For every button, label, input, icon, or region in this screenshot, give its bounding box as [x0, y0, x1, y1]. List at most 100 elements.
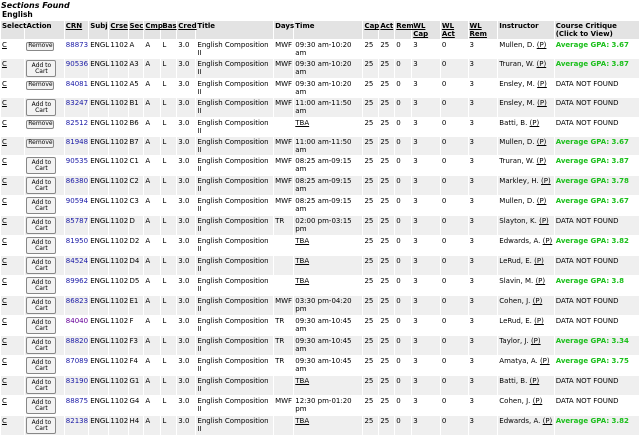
select-link[interactable]: C — [2, 119, 7, 127]
add-to-cart-button[interactable]: Add to Cart — [26, 417, 57, 434]
primary-instructor-link[interactable]: (P) — [537, 197, 547, 205]
primary-instructor-link[interactable]: (P) — [537, 99, 547, 107]
primary-instructor-link[interactable]: (P) — [530, 119, 540, 127]
select-link[interactable]: C — [2, 357, 7, 365]
primary-instructor-link[interactable]: (P) — [531, 337, 541, 345]
crn-link[interactable]: 90536 — [66, 60, 88, 68]
primary-instructor-link[interactable]: (P) — [537, 41, 547, 49]
remove-button[interactable]: Remove — [26, 41, 55, 51]
remove-button[interactable]: Remove — [26, 138, 55, 148]
primary-instructor-link[interactable]: (P) — [537, 60, 547, 68]
primary-instructor-link[interactable]: (P) — [540, 357, 550, 365]
add-to-cart-button[interactable]: Add to Cart — [26, 197, 57, 214]
select-link[interactable]: C — [2, 277, 7, 285]
header-wl-cap[interactable]: WL Cap — [412, 21, 440, 39]
add-to-cart-button[interactable]: Add to Cart — [26, 297, 57, 314]
course-critique-link[interactable]: DATA NOT FOUND — [556, 317, 619, 325]
course-critique-link[interactable]: DATA NOT FOUND — [556, 99, 619, 107]
crn-link[interactable]: 83247 — [66, 99, 88, 107]
crn-link[interactable]: 88820 — [66, 337, 88, 345]
course-critique-link[interactable]: Average GPA: 3.67 — [556, 197, 629, 205]
crn-link[interactable]: 86380 — [66, 177, 88, 185]
select-link[interactable]: C — [2, 80, 7, 88]
add-to-cart-button[interactable]: Add to Cart — [26, 257, 57, 274]
course-critique-link[interactable]: Average GPA: 3.87 — [556, 157, 629, 165]
header-wl-rem[interactable]: WL Rem — [468, 21, 498, 39]
crn-link[interactable]: 90594 — [66, 197, 88, 205]
primary-instructor-link[interactable]: (P) — [535, 277, 545, 285]
primary-instructor-link[interactable]: (P) — [537, 138, 547, 146]
add-to-cart-button[interactable]: Add to Cart — [26, 60, 57, 77]
primary-instructor-link[interactable]: (P) — [539, 217, 549, 225]
select-link[interactable]: C — [2, 41, 7, 49]
crn-link[interactable]: 83190 — [66, 377, 88, 385]
course-critique-link[interactable]: Average GPA: 3.34 — [556, 337, 629, 345]
select-link[interactable]: C — [2, 377, 7, 385]
primary-instructor-link[interactable]: (P) — [537, 157, 547, 165]
primary-instructor-link[interactable]: (P) — [541, 177, 551, 185]
course-critique-link[interactable]: Average GPA: 3.78 — [556, 177, 629, 185]
primary-instructor-link[interactable]: (P) — [537, 80, 547, 88]
crn-link[interactable]: 88873 — [66, 41, 88, 49]
course-critique-link[interactable]: Average GPA: 3.82 — [556, 237, 629, 245]
course-critique-link[interactable]: Average GPA: 3.67 — [556, 138, 629, 146]
crn-link[interactable]: 87089 — [66, 357, 88, 365]
crn-link[interactable]: 84081 — [66, 80, 88, 88]
course-critique-link[interactable]: DATA NOT FOUND — [556, 217, 619, 225]
add-to-cart-button[interactable]: Add to Cart — [26, 177, 57, 194]
select-link[interactable]: C — [2, 177, 7, 185]
select-link[interactable]: C — [2, 337, 7, 345]
crn-link[interactable]: 84524 — [66, 257, 88, 265]
add-to-cart-button[interactable]: Add to Cart — [26, 277, 57, 294]
select-link[interactable]: C — [2, 99, 7, 107]
primary-instructor-link[interactable]: (P) — [534, 317, 544, 325]
crn-link[interactable]: 81948 — [66, 138, 88, 146]
header-rem[interactable]: Rem — [395, 21, 414, 39]
select-link[interactable]: C — [2, 237, 7, 245]
add-to-cart-button[interactable]: Add to Cart — [26, 99, 57, 116]
course-critique-link[interactable]: Average GPA: 3.8 — [556, 277, 624, 285]
add-to-cart-button[interactable]: Add to Cart — [26, 357, 57, 374]
primary-instructor-link[interactable]: (P) — [530, 377, 540, 385]
add-to-cart-button[interactable]: Add to Cart — [26, 237, 57, 254]
add-to-cart-button[interactable]: Add to Cart — [26, 157, 57, 174]
course-critique-link[interactable]: Average GPA: 3.87 — [556, 60, 629, 68]
crn-link[interactable]: 85787 — [66, 217, 88, 225]
course-critique-link[interactable]: DATA NOT FOUND — [556, 80, 619, 88]
course-critique-link[interactable]: Average GPA: 3.75 — [556, 357, 629, 365]
primary-instructor-link[interactable]: (P) — [533, 397, 543, 405]
primary-instructor-link[interactable]: (P) — [543, 237, 553, 245]
course-critique-link[interactable]: DATA NOT FOUND — [556, 257, 619, 265]
crn-link[interactable]: 81950 — [66, 237, 88, 245]
select-link[interactable]: C — [2, 157, 7, 165]
header-cred[interactable]: Cred — [177, 21, 197, 39]
header-crse[interactable]: Crse — [109, 21, 128, 39]
add-to-cart-button[interactable]: Add to Cart — [26, 337, 57, 354]
crn-link[interactable]: 90535 — [66, 157, 88, 165]
course-critique-link[interactable]: DATA NOT FOUND — [556, 297, 619, 305]
select-link[interactable]: C — [2, 217, 7, 225]
crn-link[interactable]: 82138 — [66, 417, 88, 425]
select-link[interactable]: C — [2, 257, 7, 265]
select-link[interactable]: C — [2, 317, 7, 325]
course-critique-link[interactable]: Average GPA: 3.82 — [556, 417, 629, 425]
course-critique-link[interactable]: DATA NOT FOUND — [556, 119, 619, 127]
select-link[interactable]: C — [2, 397, 7, 405]
select-link[interactable]: C — [2, 417, 7, 425]
header-cmp[interactable]: Cmp — [144, 21, 163, 39]
crn-link[interactable]: 82512 — [66, 119, 88, 127]
select-link[interactable]: C — [2, 138, 7, 146]
primary-instructor-link[interactable]: (P) — [543, 417, 553, 425]
crn-link[interactable]: 86823 — [66, 297, 88, 305]
course-critique-link[interactable]: DATA NOT FOUND — [556, 397, 619, 405]
remove-button[interactable]: Remove — [26, 119, 55, 129]
header-act[interactable]: Act — [379, 21, 395, 39]
header-bas[interactable]: Bas — [161, 21, 177, 39]
primary-instructor-link[interactable]: (P) — [533, 297, 543, 305]
select-link[interactable]: C — [2, 297, 7, 305]
header-crn[interactable]: CRN — [64, 21, 89, 39]
primary-instructor-link[interactable]: (P) — [534, 257, 544, 265]
header-wl-act[interactable]: WL Act — [440, 21, 468, 39]
crn-link[interactable]: 88875 — [66, 397, 88, 405]
remove-button[interactable]: Remove — [26, 80, 55, 90]
